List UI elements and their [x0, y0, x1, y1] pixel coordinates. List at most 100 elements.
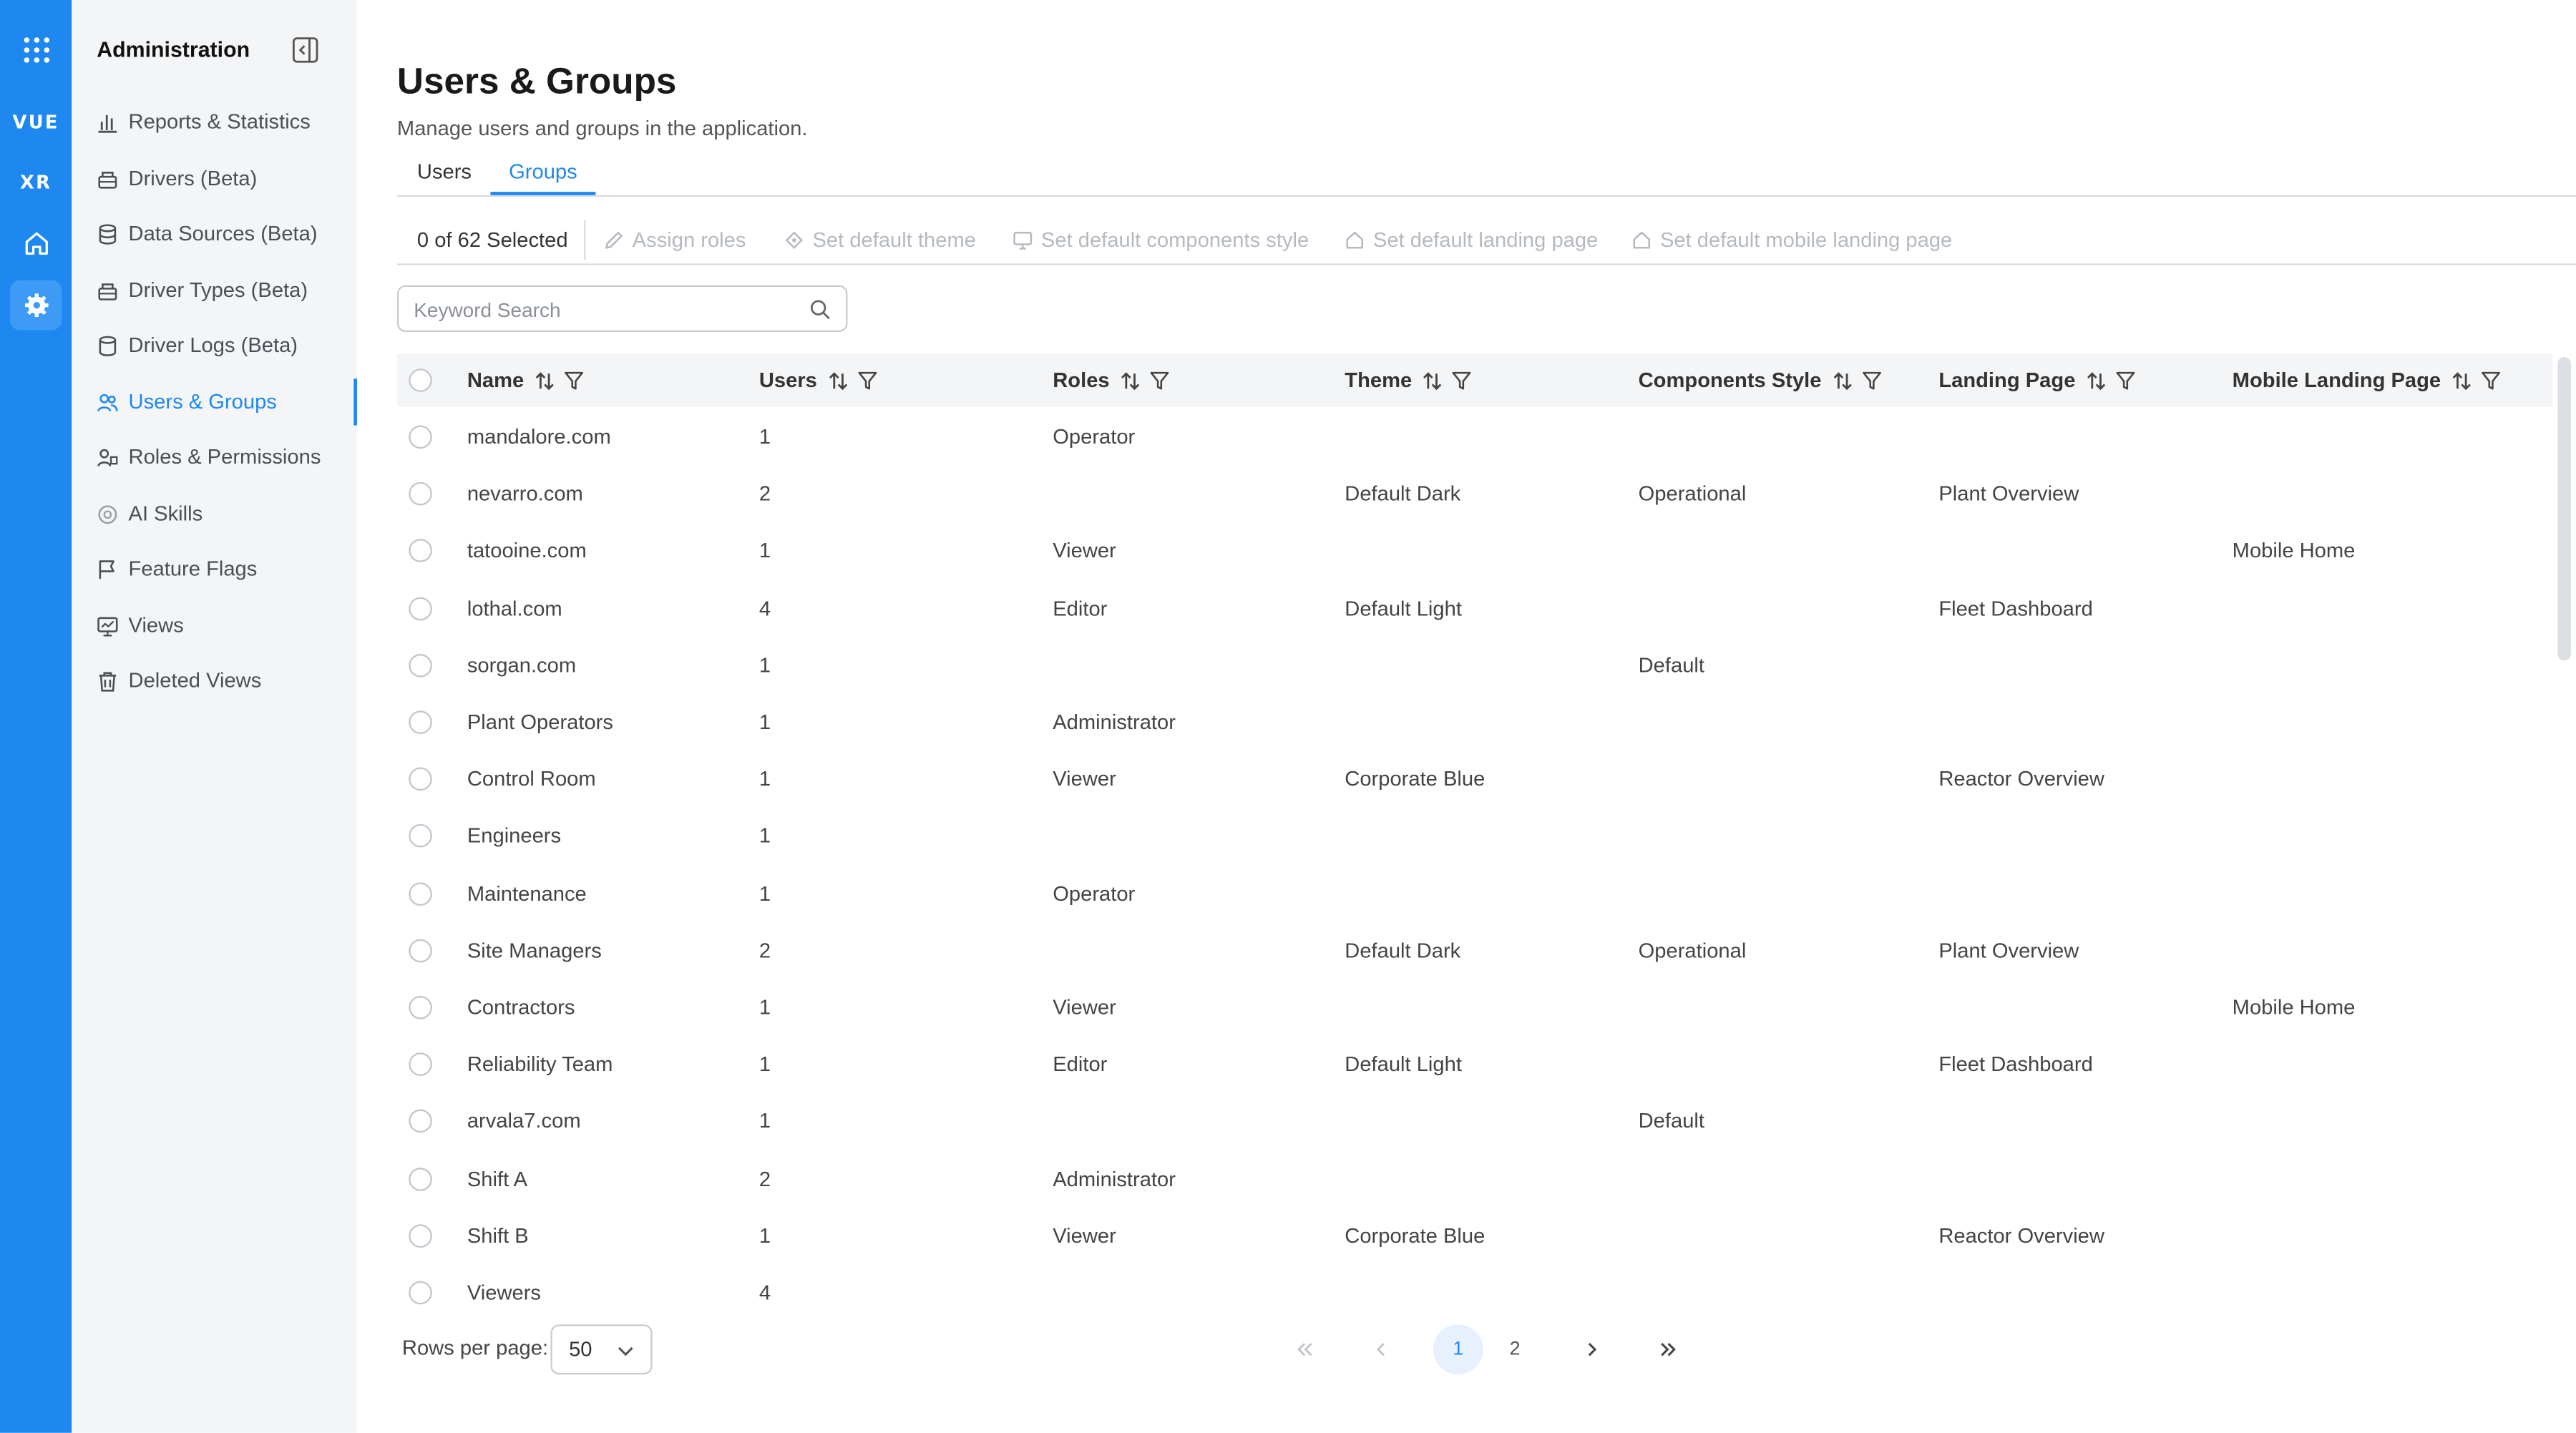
sidebar: Administration Reports & Statistics Driv…: [72, 0, 357, 1433]
row-checkbox[interactable]: [409, 1110, 432, 1134]
table-row[interactable]: Site Managers 2 Default Dark Operational Pla…: [397, 922, 2552, 979]
vue-label: VUE: [12, 111, 59, 133]
filter-icon[interactable]: [564, 371, 584, 391]
tab-groups[interactable]: Groups: [509, 160, 577, 184]
table-row[interactable]: lothal.com 4 Editor Default Light Fleet Dash…: [397, 579, 2552, 636]
table-row[interactable]: Contractors 1 Viewer Mobile Home: [397, 979, 2552, 1036]
set-default-components-style-button[interactable]: Set default components style: [1013, 228, 1309, 252]
set-default-landing-page-button[interactable]: Set default landing page: [1345, 228, 1598, 252]
rows-per-page-value: 50: [569, 1337, 592, 1361]
row-checkbox[interactable]: [409, 1167, 432, 1190]
filter-icon[interactable]: [857, 371, 877, 391]
row-checkbox[interactable]: [409, 824, 432, 848]
sidebar-item-data-sources[interactable]: Data Sources (Beta): [72, 210, 357, 257]
sort-icon[interactable]: [2085, 369, 2107, 391]
search-input[interactable]: Keyword Search: [396, 285, 848, 332]
sidebar-item-driver-logs[interactable]: Driver Logs (Beta): [72, 322, 357, 368]
table-row[interactable]: Viewers 4: [397, 1264, 2552, 1308]
collapse-sidebar-icon[interactable]: [292, 36, 318, 63]
table-row[interactable]: Maintenance 1 Operator: [397, 865, 2552, 921]
cell-name: tatooine.com: [467, 539, 587, 563]
table-row[interactable]: tatooine.com 1 Viewer Mobile Home: [397, 523, 2552, 579]
sidebar-item-users-groups[interactable]: Users & Groups: [72, 378, 357, 426]
sidebar-item-ai-skills[interactable]: AI Skills: [72, 490, 357, 537]
row-checkbox[interactable]: [409, 1281, 432, 1305]
filter-icon[interactable]: [2115, 371, 2135, 391]
table-row[interactable]: Shift A 2 Administrator: [397, 1150, 2552, 1207]
assign-roles-button[interactable]: Assign roles: [604, 228, 746, 252]
row-checkbox[interactable]: [409, 653, 432, 678]
home-icon[interactable]: [0, 218, 72, 268]
filter-icon[interactable]: [2481, 371, 2501, 391]
sort-icon[interactable]: [827, 369, 849, 391]
sort-icon[interactable]: [2451, 369, 2472, 391]
column-header-theme[interactable]: Theme: [1345, 368, 1472, 392]
row-checkbox[interactable]: [409, 425, 432, 449]
row-checkbox[interactable]: [409, 1223, 432, 1248]
row-checkbox[interactable]: [409, 710, 432, 734]
column-header-landing-page[interactable]: Landing Page: [1938, 368, 2135, 392]
filter-icon[interactable]: [1150, 371, 1170, 391]
gear-icon[interactable]: [0, 280, 72, 331]
row-checkbox[interactable]: [409, 539, 432, 563]
sidebar-item-deleted-views[interactable]: Deleted Views: [72, 657, 357, 704]
table-row[interactable]: Reliability Team 1 Editor Default Light Flee…: [397, 1036, 2552, 1092]
sidebar-item-label: Reports & Statistics: [128, 109, 311, 134]
sidebar-item-driver-types[interactable]: Driver Types (Beta): [72, 267, 357, 313]
column-header-users[interactable]: Users: [759, 368, 877, 392]
page-1-button[interactable]: 1: [1433, 1324, 1483, 1375]
sort-icon[interactable]: [1832, 369, 1853, 391]
table-row[interactable]: Shift B 1 Viewer Corporate Blue Reactor Over…: [397, 1208, 2552, 1264]
sidebar-item-feature-flags[interactable]: Feature Flags: [72, 545, 357, 592]
row-checkbox[interactable]: [409, 939, 432, 962]
sidebar-item-drivers[interactable]: Drivers (Beta): [72, 155, 357, 202]
row-checkbox[interactable]: [409, 482, 432, 506]
row-checkbox[interactable]: [409, 596, 432, 620]
table-scrollbar[interactable]: [2557, 356, 2571, 661]
table-row[interactable]: arvala7.com 1 Default: [397, 1093, 2552, 1150]
last-page-button[interactable]: [1644, 1324, 1694, 1374]
cell-theme: Default Light: [1345, 596, 1462, 620]
sidebar-item-views[interactable]: Views: [72, 602, 357, 649]
filter-icon[interactable]: [1861, 371, 1881, 391]
column-header-name[interactable]: Name: [467, 368, 584, 392]
page-2-button[interactable]: 2: [1490, 1324, 1540, 1374]
filter-icon[interactable]: [1452, 371, 1472, 391]
column-header-components-style[interactable]: Components Style: [1639, 368, 1882, 392]
sidebar-item-reports[interactable]: Reports & Statistics: [72, 99, 357, 145]
row-checkbox[interactable]: [409, 881, 432, 906]
cell-landing-page: Reactor Overview: [1938, 1223, 2104, 1248]
prev-page-button[interactable]: [1357, 1324, 1407, 1374]
column-header-label: Mobile Landing Page: [2232, 368, 2441, 392]
table-row[interactable]: nevarro.com 2 Default Dark Operational Plant…: [397, 466, 2552, 522]
table-row[interactable]: mandalore.com 1 Operator: [397, 409, 2552, 465]
row-checkbox[interactable]: [409, 995, 432, 1019]
sort-icon[interactable]: [1120, 369, 1141, 391]
table-row[interactable]: sorgan.com 1 Default: [397, 637, 2552, 693]
column-header-mobile-landing-page[interactable]: Mobile Landing Page: [2233, 368, 2501, 392]
column-header-roles[interactable]: Roles: [1053, 368, 1169, 392]
row-checkbox[interactable]: [409, 767, 432, 791]
next-page-button[interactable]: [1566, 1324, 1616, 1374]
rows-per-page-select[interactable]: 50: [550, 1324, 653, 1375]
set-default-theme-button[interactable]: Set default theme: [784, 228, 976, 252]
row-checkbox[interactable]: [409, 1052, 432, 1077]
select-all-checkbox[interactable]: [409, 368, 432, 392]
sort-icon[interactable]: [1422, 369, 1443, 391]
tab-users[interactable]: Users: [417, 160, 472, 184]
table-row[interactable]: Control Room 1 Viewer Corporate Blue Reactor…: [397, 751, 2552, 808]
first-page-button[interactable]: [1279, 1324, 1330, 1374]
vue-nav-item[interactable]: VUE: [0, 97, 72, 147]
cell-roles: Editor: [1053, 596, 1108, 620]
cell-theme: Default Light: [1345, 1052, 1462, 1077]
table-row[interactable]: Engineers 1: [397, 808, 2552, 864]
sidebar-item-roles[interactable]: Roles & Permissions: [72, 434, 357, 480]
cell-users: 1: [758, 710, 771, 734]
sort-icon[interactable]: [534, 369, 555, 391]
cell-users: 1: [758, 824, 771, 848]
set-default-mobile-landing-page-button[interactable]: Set default mobile landing page: [1631, 228, 1952, 252]
apps-grid-icon[interactable]: [0, 25, 72, 75]
palette-icon: [784, 230, 804, 250]
xr-nav-item[interactable]: XR: [0, 157, 72, 207]
table-row[interactable]: Plant Operators 1 Administrator: [397, 694, 2552, 750]
